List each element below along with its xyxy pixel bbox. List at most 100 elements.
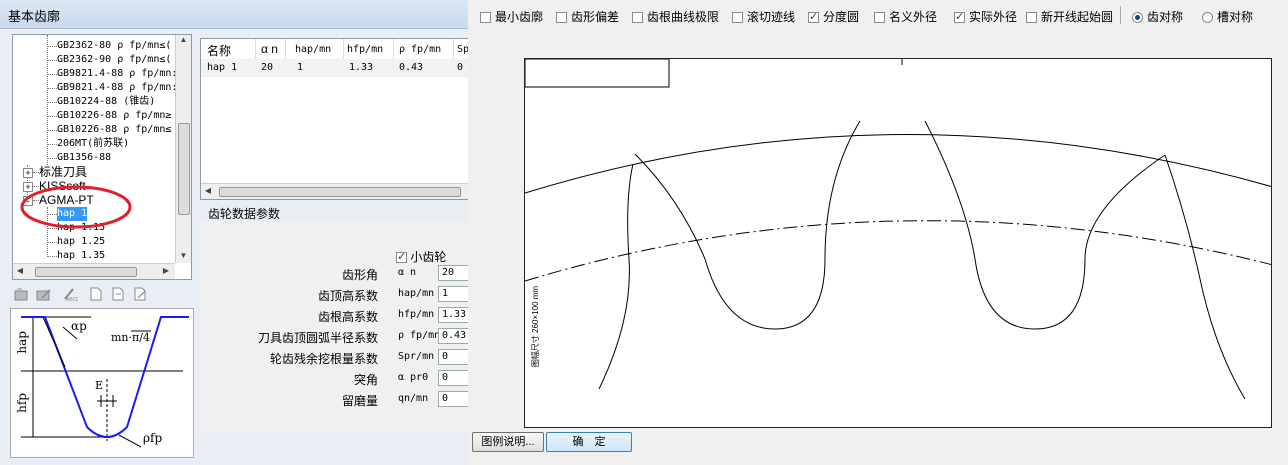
- param-input[interactable]: 1: [438, 286, 470, 302]
- svg-text:ABCD: ABCD: [66, 297, 78, 302]
- symmetry-option[interactable]: 齿对称: [1132, 8, 1183, 25]
- tree-item[interactable]: GB2362-80 ρ fp/mn≤(: [57, 39, 171, 53]
- display-option[interactable]: 新开线起始圆: [1026, 8, 1113, 25]
- table-horizontal-scrollbar[interactable]: ◀: [201, 183, 469, 199]
- symmetry-option[interactable]: 槽对称: [1202, 8, 1253, 25]
- param-input[interactable]: 0.43: [438, 328, 470, 344]
- scroll-right-icon[interactable]: ▶: [161, 266, 171, 275]
- param-symbol: Spr/mn: [398, 351, 435, 362]
- tree-guide-line: [47, 88, 57, 89]
- table-header-cell[interactable]: 名称: [207, 42, 231, 59]
- gear-preview-canvas[interactable]: 图幅尺寸 260×100 mm: [524, 58, 1272, 428]
- rename-icon[interactable]: ABCD: [62, 286, 78, 302]
- param-label: 齿形角: [341, 268, 378, 282]
- tree-guide-line: [47, 74, 57, 75]
- scrollbar-thumb[interactable]: [219, 187, 461, 197]
- option-radio[interactable]: [1132, 12, 1143, 23]
- scrollbar-thumb[interactable]: [178, 123, 190, 215]
- option-label: 最小齿廓: [495, 10, 544, 24]
- option-checkbox[interactable]: [732, 12, 743, 23]
- option-checkbox[interactable]: [954, 10, 965, 23]
- annotation-circle: [20, 185, 132, 229]
- tree-guide-line: [47, 158, 57, 159]
- param-symbol: qn/mn: [398, 393, 429, 404]
- small-gear-checkbox[interactable]: [396, 250, 407, 263]
- option-label: 滚切迹线: [747, 10, 796, 24]
- tree-item[interactable]: GB10226-88 ρ fp/mn≤: [57, 123, 171, 137]
- gear-params-panel: 小齿轮 齿形角 α n 20 齿顶高系数 hap/mn1 齿根高系数 hfp/mn1.33 刀…: [200, 222, 470, 432]
- scrollbar-thumb[interactable]: [35, 267, 137, 277]
- table-header-cell[interactable]: α n: [261, 42, 278, 56]
- option-checkbox[interactable]: [874, 12, 885, 23]
- param-label: 留磨量: [341, 394, 378, 408]
- hfp-dimension-label: hfp: [15, 393, 29, 413]
- small-gear-toggle[interactable]: 小齿轮: [396, 248, 446, 265]
- scroll-left-icon[interactable]: ◀: [15, 266, 25, 275]
- tree-guide-line: [47, 60, 57, 61]
- option-checkbox[interactable]: [556, 12, 567, 23]
- tree-item[interactable]: GB9821.4-88 ρ fp/mn:: [57, 81, 177, 95]
- scroll-left-icon[interactable]: ◀: [203, 186, 213, 195]
- tree-guide-line: [47, 116, 57, 117]
- legend-button[interactable]: 图例说明...: [472, 432, 544, 452]
- table-header-cell[interactable]: hap/mn: [295, 44, 331, 55]
- edit-item-icon[interactable]: [132, 286, 148, 302]
- option-label: 齿形偏差: [571, 10, 620, 24]
- param-input[interactable]: 0: [438, 370, 470, 386]
- param-input[interactable]: 20: [438, 265, 470, 281]
- table-header-cell[interactable]: hfp/mn: [347, 44, 383, 55]
- scroll-down-icon[interactable]: ▼: [176, 251, 191, 260]
- copy-item-icon[interactable]: [110, 286, 126, 302]
- option-checkbox[interactable]: [1026, 12, 1037, 23]
- profile-tree[interactable]: GB2362-80 ρ fp/mn≤(GB2362-90 ρ fp/mn≤(GB…: [12, 34, 192, 280]
- table-row[interactable]: hap 1 20 1 1.33 0.43 0: [201, 59, 469, 77]
- tree-item[interactable]: hap 1.35: [57, 249, 105, 263]
- tree-toolbar: ABCD: [12, 284, 190, 306]
- param-input[interactable]: 0: [438, 391, 470, 407]
- tree-horizontal-scrollbar[interactable]: ◀ ▶: [13, 263, 175, 279]
- pitch-dimension-label: mn·π/4: [111, 331, 150, 344]
- e-dimension-label: E: [95, 379, 104, 392]
- profile-table[interactable]: 名称 α n hap/mn hfp/mn ρ fp/mn Sp hap 1 20…: [200, 38, 470, 200]
- add-folder-icon[interactable]: [14, 286, 30, 302]
- tree-item[interactable]: GB10226-88 ρ fp/mn≥: [57, 109, 171, 123]
- small-gear-label: 小齿轮: [410, 250, 447, 264]
- option-checkbox[interactable]: [632, 12, 643, 23]
- table-header: 名称 α n hap/mn hfp/mn ρ fp/mn Sp: [201, 39, 469, 60]
- param-label: 齿顶高系数: [317, 289, 378, 303]
- tree-vertical-scrollbar[interactable]: ▲ ▼: [175, 35, 191, 263]
- tree-item[interactable]: GB10224-88 (锥齿): [57, 95, 155, 109]
- scroll-up-icon[interactable]: ▲: [176, 35, 191, 44]
- option-separator: [1120, 6, 1121, 24]
- option-checkbox[interactable]: [480, 12, 491, 23]
- tree-item[interactable]: hap 1.25: [57, 235, 105, 249]
- param-input[interactable]: 1.33: [438, 307, 470, 323]
- table-header-cell[interactable]: ρ fp/mn: [399, 44, 441, 55]
- dialog-title: 基本齿廓: [8, 9, 61, 24]
- tree-item[interactable]: GB2362-90 ρ fp/mn≤(: [57, 53, 171, 67]
- display-option[interactable]: 最小齿廓: [480, 8, 543, 25]
- tree-item[interactable]: 206MT(前苏联): [57, 137, 129, 151]
- display-option[interactable]: 齿根曲线极限: [632, 8, 719, 25]
- tree-guide-line: [47, 144, 57, 145]
- tree-item[interactable]: 标准刀具: [39, 165, 87, 179]
- display-option[interactable]: 实际外径: [954, 8, 1017, 25]
- param-symbol: hap/mn: [398, 288, 435, 299]
- display-option[interactable]: 名义外径: [874, 8, 937, 25]
- params-section-title: 齿轮数据参数: [208, 207, 281, 221]
- param-label: 刀具齿顶圆弧半径系数: [257, 331, 378, 345]
- tree-item[interactable]: GB9821.4-88 ρ fp/mn:: [57, 67, 177, 81]
- ok-button[interactable]: 确 定: [546, 432, 632, 452]
- new-item-icon[interactable]: [88, 286, 104, 302]
- option-label: 齿根曲线极限: [647, 10, 720, 24]
- edit-folder-icon[interactable]: [36, 286, 52, 302]
- option-radio[interactable]: [1202, 12, 1213, 23]
- expand-icon[interactable]: +: [23, 168, 33, 178]
- display-option[interactable]: 分度圆: [808, 8, 859, 25]
- option-checkbox[interactable]: [808, 10, 819, 23]
- display-option[interactable]: 滚切迹线: [732, 8, 795, 25]
- tree-item[interactable]: GB1356-88: [57, 151, 111, 165]
- display-option[interactable]: 齿形偏差: [556, 8, 619, 25]
- param-input[interactable]: 0: [438, 349, 470, 365]
- tree-guide-line: [47, 242, 57, 243]
